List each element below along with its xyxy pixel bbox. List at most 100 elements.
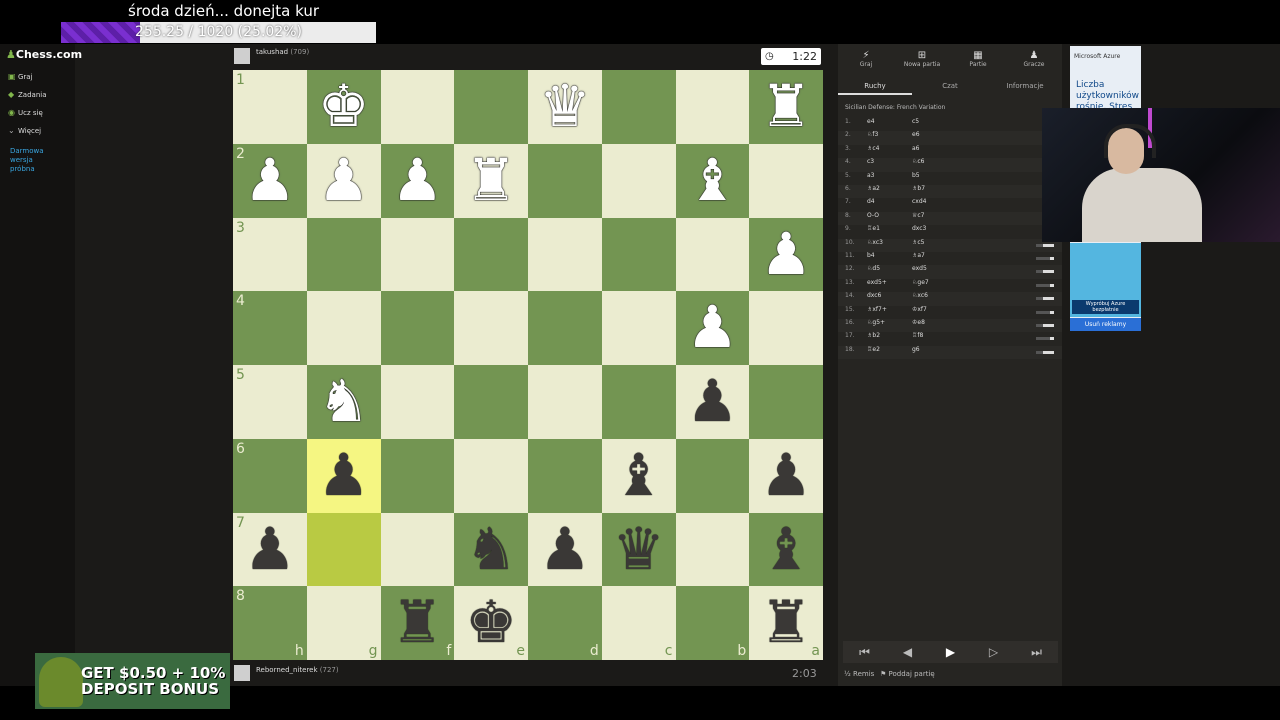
white-move[interactable]: a3 bbox=[867, 172, 875, 179]
white-piece[interactable]: ♝ bbox=[676, 144, 750, 218]
white-piece[interactable]: ♜ bbox=[454, 144, 528, 218]
square-d6[interactable] bbox=[528, 438, 602, 513]
move-row[interactable]: 9. ♖e1 dxc3 bbox=[838, 225, 1062, 238]
square-c4[interactable] bbox=[601, 291, 676, 365]
top-player-info[interactable]: takushad (709) bbox=[256, 48, 309, 56]
move-row[interactable]: 15. ♗xf7+ ♔xf7 bbox=[838, 306, 1062, 319]
square-d3[interactable] bbox=[528, 217, 602, 292]
black-piece[interactable]: ♜ bbox=[381, 586, 455, 660]
square-b4[interactable]: ♟ bbox=[675, 291, 750, 365]
white-move[interactable]: ♘d5 bbox=[867, 265, 880, 272]
white-piece[interactable]: ♟ bbox=[676, 291, 750, 365]
black-move[interactable]: ♗c5 bbox=[912, 239, 925, 246]
square-c1[interactable] bbox=[601, 70, 676, 144]
square-d1[interactable]: ♛ bbox=[528, 70, 602, 144]
black-move[interactable]: dxc3 bbox=[912, 225, 926, 232]
black-piece[interactable]: ♝ bbox=[749, 513, 823, 587]
white-move[interactable]: ♘xc3 bbox=[867, 239, 883, 246]
sidebar-item-puzzles[interactable]: ◆ Zadania bbox=[8, 90, 47, 99]
sidebar-item-more[interactable]: ⌄ Więcej bbox=[8, 126, 41, 135]
subtab-info[interactable]: Informacje bbox=[988, 82, 1062, 90]
square-f3[interactable] bbox=[380, 217, 455, 292]
white-piece[interactable]: ♟ bbox=[381, 144, 455, 218]
white-move[interactable]: ♖e1 bbox=[867, 225, 880, 232]
move-row[interactable]: 10. ♘xc3 ♗c5 bbox=[838, 238, 1062, 252]
white-move[interactable]: O-O bbox=[867, 212, 879, 219]
square-e2[interactable]: ♜ bbox=[454, 143, 528, 218]
square-h4[interactable]: 4 bbox=[233, 291, 307, 365]
white-piece[interactable]: ♟ bbox=[233, 144, 307, 218]
square-d2[interactable] bbox=[528, 143, 602, 218]
white-move[interactable]: ♗b2 bbox=[867, 332, 880, 339]
white-move[interactable]: ♘g5+ bbox=[867, 319, 885, 326]
white-piece[interactable]: ♚ bbox=[307, 70, 381, 144]
square-b8[interactable]: b bbox=[675, 586, 750, 660]
move-row[interactable]: 6. ♗a2 ♗b7 bbox=[838, 185, 1062, 199]
tab-players[interactable]: ♟ Gracze bbox=[1006, 50, 1062, 68]
move-row[interactable]: 8. O-O ♕c7 bbox=[838, 211, 1062, 226]
square-b5[interactable]: ♟ bbox=[675, 365, 750, 439]
sidebar-item-play[interactable]: ▣ Graj bbox=[8, 72, 33, 81]
white-move[interactable]: ♗c4 bbox=[867, 145, 880, 152]
white-piece[interactable]: ♜ bbox=[749, 70, 823, 144]
move-row[interactable]: 3. ♗c4 a6 bbox=[838, 145, 1062, 158]
white-move[interactable]: ♗xf7+ bbox=[867, 306, 887, 313]
square-h6[interactable]: 6 bbox=[233, 438, 307, 513]
black-piece[interactable]: ♟ bbox=[749, 439, 823, 513]
square-f1[interactable] bbox=[380, 70, 455, 144]
square-a2[interactable] bbox=[749, 143, 823, 218]
white-piece[interactable]: ♟ bbox=[307, 144, 381, 218]
subtab-chat[interactable]: Czat bbox=[913, 82, 987, 90]
sidebar-item-learn[interactable]: ◉ Ucz się bbox=[8, 108, 43, 117]
square-g5[interactable]: ♞ bbox=[306, 365, 381, 439]
square-h5[interactable]: 5 bbox=[233, 365, 307, 439]
square-b3[interactable] bbox=[675, 217, 750, 292]
square-c8[interactable]: c bbox=[601, 586, 676, 660]
square-a1[interactable]: ♜ bbox=[749, 70, 823, 144]
move-row[interactable]: 17. ♗b2 ♖f8 bbox=[838, 332, 1062, 345]
square-a3[interactable]: ♟ bbox=[749, 217, 823, 292]
square-d8[interactable]: d bbox=[528, 586, 602, 660]
square-c2[interactable] bbox=[601, 143, 676, 218]
black-move[interactable]: ♘c6 bbox=[912, 158, 925, 165]
square-b2[interactable]: ♝ bbox=[675, 143, 750, 218]
square-b1[interactable] bbox=[675, 70, 750, 144]
black-piece[interactable]: ♚ bbox=[454, 586, 528, 660]
last-move-button[interactable]: ⏭ bbox=[1015, 641, 1058, 663]
white-piece[interactable]: ♟ bbox=[749, 218, 823, 292]
bottom-player-avatar[interactable] bbox=[234, 665, 250, 681]
square-h7[interactable]: 7 ♟ bbox=[233, 512, 307, 587]
resign-button[interactable]: ⚑ Poddaj partię bbox=[880, 670, 935, 678]
square-g2[interactable]: ♟ bbox=[306, 143, 381, 218]
square-c3[interactable] bbox=[601, 217, 676, 292]
move-row[interactable]: 12. ♘d5 exd5 bbox=[838, 265, 1062, 279]
white-move[interactable]: e4 bbox=[867, 118, 875, 125]
white-move[interactable]: d4 bbox=[867, 198, 875, 205]
white-piece[interactable]: ♞ bbox=[307, 365, 381, 439]
square-h2[interactable]: 2 ♟ bbox=[233, 143, 307, 218]
square-g6[interactable]: ♟ bbox=[306, 438, 381, 513]
black-piece[interactable]: ♞ bbox=[454, 513, 528, 587]
tab-play[interactable]: ⚡ Graj bbox=[838, 50, 894, 68]
move-row[interactable]: 5. a3 b5 bbox=[838, 172, 1062, 185]
next-move-button[interactable]: ▶ bbox=[929, 641, 972, 663]
black-move[interactable]: c5 bbox=[912, 118, 919, 125]
square-d5[interactable] bbox=[528, 365, 602, 439]
black-piece[interactable]: ♟ bbox=[307, 439, 381, 513]
square-g4[interactable] bbox=[306, 291, 381, 365]
bottom-player-info[interactable]: Reborned_niterek (727) bbox=[256, 666, 339, 674]
move-row[interactable]: 14. dxc6 ♘xc6 bbox=[838, 292, 1062, 306]
black-move[interactable]: b5 bbox=[912, 172, 920, 179]
square-f6[interactable] bbox=[380, 438, 455, 513]
chess-board[interactable]: 1 ♚ ♛ ♜ 2 ♟ ♟ ♟ ♜ ♝ 3 ♟ 4 ♟ 5 ♞ ♟ 6 ♟ ♝ ♟ 7 ♟ ♞ ♟ ♛ ♝ 8 h g f ♜ e ♚ d c b a ♜ bbox=[233, 70, 823, 660]
top-player-avatar[interactable] bbox=[234, 48, 250, 64]
black-piece[interactable]: ♟ bbox=[676, 365, 750, 439]
square-b6[interactable] bbox=[675, 438, 750, 513]
black-move[interactable]: exd5 bbox=[912, 265, 927, 272]
white-piece[interactable]: ♛ bbox=[528, 70, 602, 144]
square-h8[interactable]: 8h bbox=[233, 586, 307, 660]
black-piece[interactable]: ♜ bbox=[749, 586, 823, 660]
move-row[interactable]: 11. b4 ♗a7 bbox=[838, 252, 1062, 265]
black-piece[interactable]: ♟ bbox=[528, 513, 602, 587]
square-g7[interactable] bbox=[306, 512, 381, 587]
